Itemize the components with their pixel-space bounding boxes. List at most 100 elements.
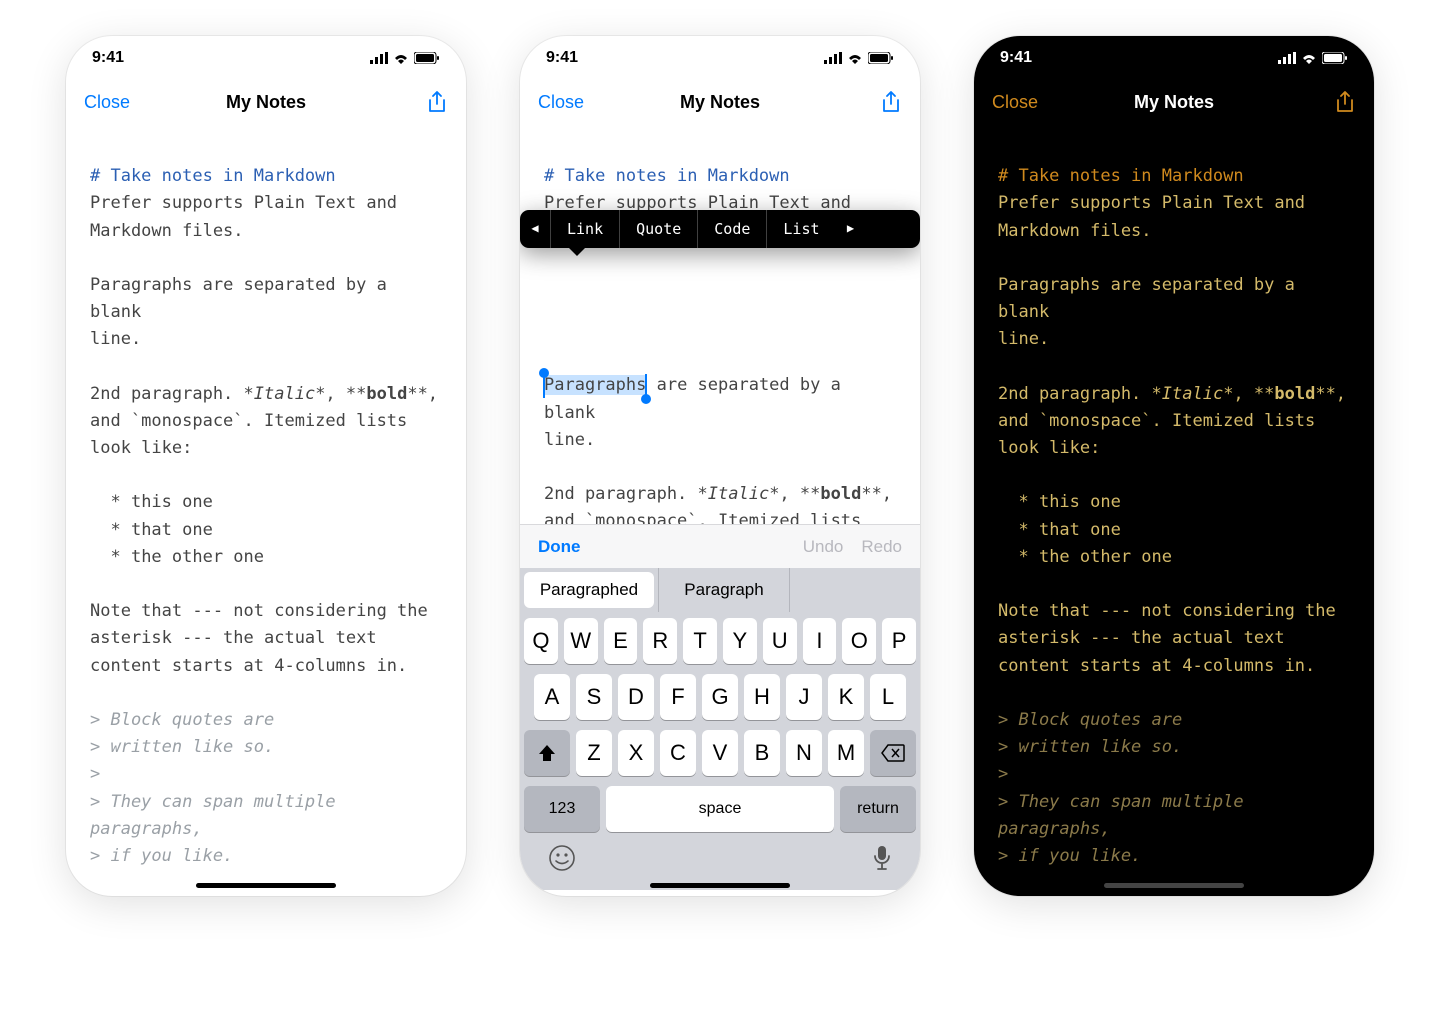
key[interactable]: N	[786, 730, 822, 776]
home-indicator[interactable]	[196, 883, 336, 888]
suggestion[interactable]: Paragraph	[658, 568, 789, 612]
key[interactable]: E	[604, 618, 638, 664]
suggestion[interactable]	[789, 568, 920, 612]
selection-handle-right[interactable]	[641, 394, 651, 404]
note-line: look like:	[90, 438, 192, 458]
list-item: * this one	[90, 492, 213, 512]
key[interactable]: B	[744, 730, 780, 776]
share-button[interactable]	[880, 91, 902, 113]
home-indicator[interactable]	[650, 883, 790, 888]
blockquote-line: >	[998, 764, 1008, 784]
key[interactable]: D	[618, 674, 654, 720]
text-selection[interactable]: Paragraphs	[544, 372, 646, 399]
key-row: Z X C V B N M	[524, 730, 916, 776]
dictation-key[interactable]	[872, 844, 892, 877]
note-line: Note that --- not considering the	[998, 601, 1336, 621]
mic-icon	[872, 844, 892, 872]
space-key[interactable]: space	[606, 786, 834, 832]
note-editor[interactable]: # Take notes in Markdown Prefer supports…	[974, 124, 1374, 896]
key[interactable]: S	[576, 674, 612, 720]
menu-item-quote[interactable]: Quote	[619, 210, 697, 248]
note-line: Paragraphs are separated by a blank	[544, 375, 851, 422]
key[interactable]: X	[618, 730, 654, 776]
backspace-key[interactable]	[870, 730, 916, 776]
done-button[interactable]: Done	[538, 537, 581, 557]
blockquote-line: paragraphs,	[998, 819, 1111, 839]
note-line: line.	[544, 430, 595, 450]
key[interactable]: U	[763, 618, 797, 664]
key[interactable]: P	[882, 618, 916, 664]
return-key[interactable]: return	[840, 786, 916, 832]
nav-bar: Close My Notes	[974, 80, 1374, 124]
close-button[interactable]: Close	[538, 92, 584, 113]
phone-light-editing: 9:41 Close My Notes # Take notes in Mark…	[520, 36, 920, 896]
blockquote-line: > written like so.	[998, 737, 1182, 757]
key[interactable]: L	[870, 674, 906, 720]
key[interactable]: C	[660, 730, 696, 776]
note-line: and `monospace`. Itemized lists	[90, 411, 407, 431]
key[interactable]: Z	[576, 730, 612, 776]
cellular-icon	[824, 52, 842, 64]
note-editor[interactable]: # Take notes in Markdown Prefer supports…	[66, 124, 466, 896]
undo-button[interactable]: Undo	[803, 537, 844, 557]
close-button[interactable]: Close	[992, 92, 1038, 113]
wifi-icon	[846, 52, 864, 64]
list-item: * the other one	[998, 547, 1172, 567]
key[interactable]: Q	[524, 618, 558, 664]
key[interactable]: G	[702, 674, 738, 720]
blockquote-line: > They can span multiple	[998, 792, 1244, 812]
note-editor[interactable]: # Take notes in Markdown Prefer supports…	[520, 124, 920, 524]
shift-key[interactable]	[524, 730, 570, 776]
redo-button[interactable]: Redo	[861, 537, 902, 557]
share-button[interactable]	[1334, 91, 1356, 113]
cellular-icon	[370, 52, 388, 64]
key[interactable]: Y	[723, 618, 757, 664]
menu-item-link[interactable]: Link	[550, 210, 619, 248]
note-line: and `monospace`. Itemized lists	[544, 511, 861, 524]
share-button[interactable]	[426, 91, 448, 113]
menu-item-list[interactable]: List	[766, 210, 835, 248]
nav-bar: Close My Notes	[520, 80, 920, 124]
note-line: Paragraphs are separated by a blank	[998, 275, 1305, 322]
key[interactable]: M	[828, 730, 864, 776]
note-line: 2nd paragraph. *Italic*, **bold**,	[544, 484, 892, 504]
note-line: content starts at 4-columns in.	[90, 656, 407, 676]
phone-light: 9:41 Close My Notes # Take notes in Mark…	[66, 36, 466, 896]
list-item: * the other one	[90, 547, 264, 567]
cellular-icon	[1278, 52, 1296, 64]
status-icons	[1278, 52, 1348, 64]
menu-prev-icon[interactable]: ◀	[520, 219, 550, 238]
key[interactable]: O	[842, 618, 876, 664]
key[interactable]: V	[702, 730, 738, 776]
menu-next-icon[interactable]: ▶	[836, 219, 866, 238]
share-icon	[880, 91, 902, 113]
key[interactable]: J	[786, 674, 822, 720]
key[interactable]: I	[803, 618, 837, 664]
close-button[interactable]: Close	[84, 92, 130, 113]
suggestion[interactable]: Paragraphed	[524, 572, 654, 608]
key[interactable]: T	[683, 618, 717, 664]
note-line: Prefer supports Plain Text and	[998, 193, 1305, 213]
numbers-key[interactable]: 123	[524, 786, 600, 832]
key[interactable]: W	[564, 618, 598, 664]
status-bar: 9:41	[66, 36, 466, 80]
key-row: 123 space return	[524, 786, 916, 832]
key[interactable]: H	[744, 674, 780, 720]
key[interactable]: R	[643, 618, 677, 664]
blockquote-line: > They can span multiple	[90, 792, 336, 812]
emoji-key[interactable]	[548, 844, 576, 877]
key[interactable]: A	[534, 674, 570, 720]
blockquote-line: > Block quotes are	[90, 710, 274, 730]
note-line: Markdown files.	[998, 221, 1152, 241]
key[interactable]: K	[828, 674, 864, 720]
menu-item-code[interactable]: Code	[697, 210, 766, 248]
blockquote-line: > Block quotes are	[998, 710, 1182, 730]
key[interactable]: F	[660, 674, 696, 720]
status-time: 9:41	[1000, 49, 1032, 67]
undo-redo-group: Undo Redo	[803, 537, 902, 557]
note-line: 2nd paragraph. *Italic*, **bold**,	[998, 384, 1346, 404]
wifi-icon	[392, 52, 410, 64]
note-heading: # Take notes in Markdown	[998, 166, 1244, 186]
status-time: 9:41	[546, 49, 578, 67]
home-indicator[interactable]	[1104, 883, 1244, 888]
